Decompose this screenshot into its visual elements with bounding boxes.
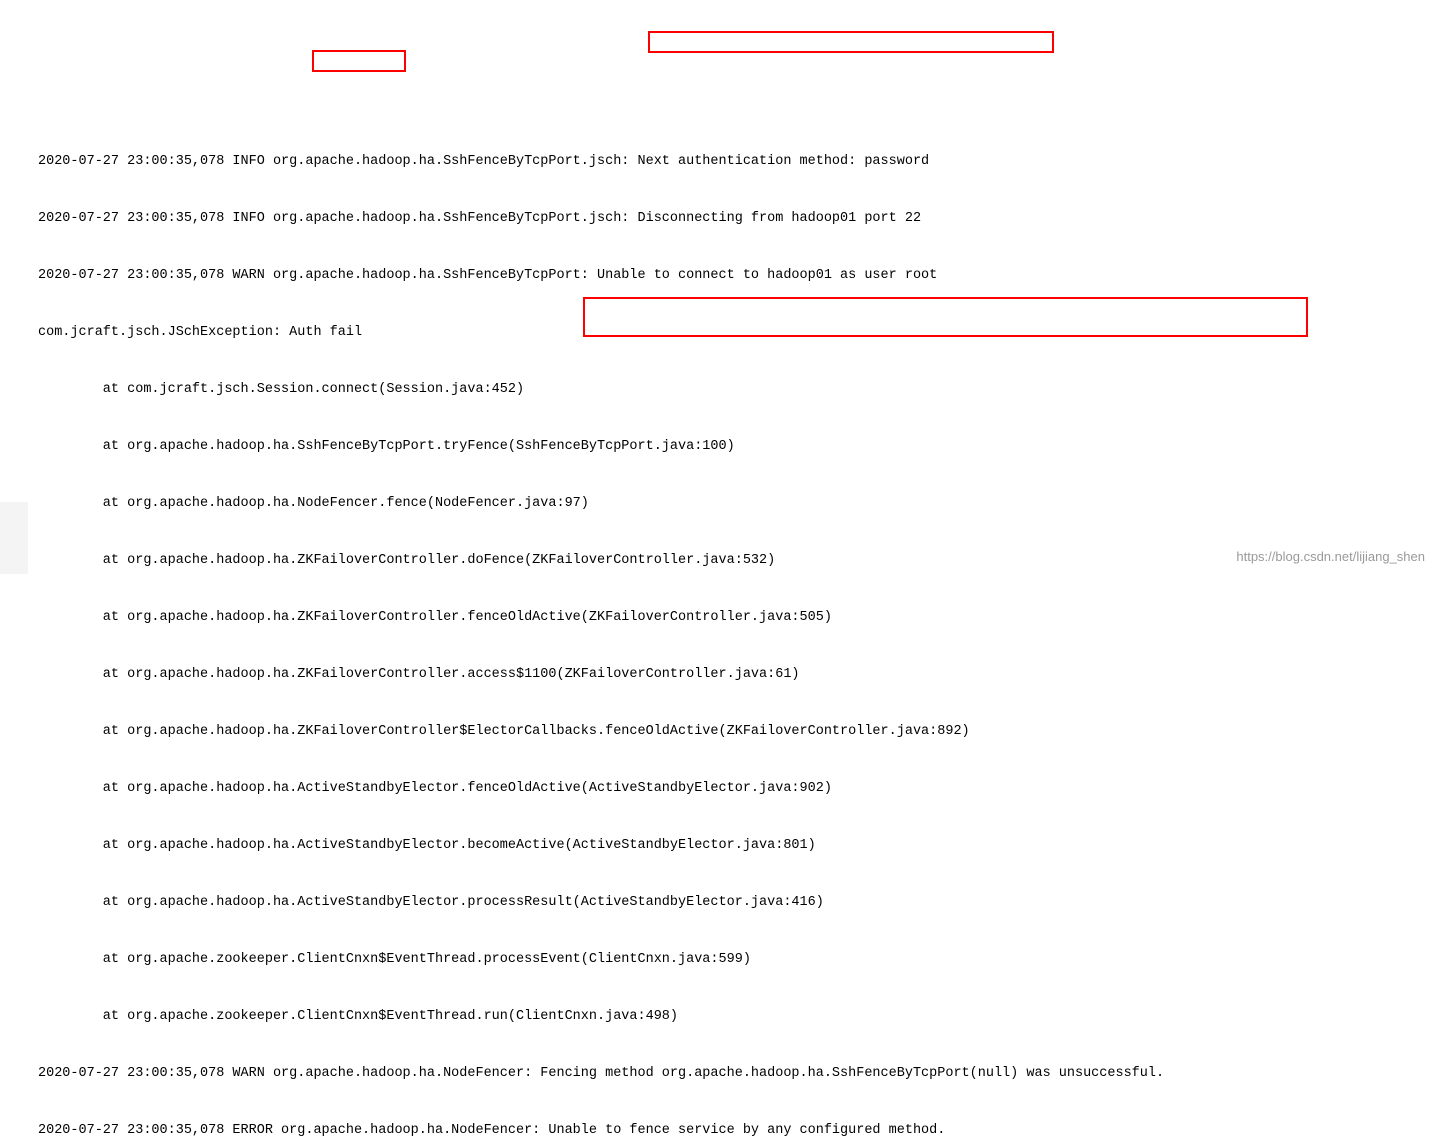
stacktrace-line: at org.apache.hadoop.ha.ZKFailoverContro… (38, 608, 1437, 627)
stacktrace-line: at org.apache.hadoop.ha.ZKFailoverContro… (38, 551, 1437, 570)
log-line: 2020-07-27 23:00:35,078 ERROR org.apache… (38, 1121, 1437, 1140)
log-output: 2020-07-27 23:00:35,078 INFO org.apache.… (0, 114, 1437, 1148)
log-line: 2020-07-27 23:00:35,078 WARN org.apache.… (38, 1064, 1437, 1083)
log-line: 2020-07-27 23:00:35,078 INFO org.apache.… (38, 209, 1437, 228)
stacktrace-line: at org.apache.zookeeper.ClientCnxn$Event… (38, 950, 1437, 969)
stacktrace-line: at org.apache.hadoop.ha.ActiveStandbyEle… (38, 836, 1437, 855)
stacktrace-line: at org.apache.hadoop.ha.ActiveStandbyEle… (38, 893, 1437, 912)
log-line: com.jcraft.jsch.JSchException: Auth fail (38, 323, 1437, 342)
highlight-box (312, 50, 406, 72)
stacktrace-line: at org.apache.hadoop.ha.ZKFailoverContro… (38, 665, 1437, 684)
log-line: 2020-07-27 23:00:35,078 INFO org.apache.… (38, 152, 1437, 171)
watermark-text: https://blog.csdn.net/lijiang_shen (1236, 547, 1425, 566)
highlight-box (648, 31, 1054, 53)
stacktrace-line: at com.jcraft.jsch.Session.connect(Sessi… (38, 380, 1437, 399)
log-line: 2020-07-27 23:00:35,078 WARN org.apache.… (38, 266, 1437, 285)
stacktrace-line: at org.apache.hadoop.ha.ZKFailoverContro… (38, 722, 1437, 741)
stacktrace-line: at org.apache.zookeeper.ClientCnxn$Event… (38, 1007, 1437, 1026)
stacktrace-line: at org.apache.hadoop.ha.ActiveStandbyEle… (38, 779, 1437, 798)
stacktrace-line: at org.apache.hadoop.ha.NodeFencer.fence… (38, 494, 1437, 513)
stacktrace-line: at org.apache.hadoop.ha.SshFenceByTcpPor… (38, 437, 1437, 456)
